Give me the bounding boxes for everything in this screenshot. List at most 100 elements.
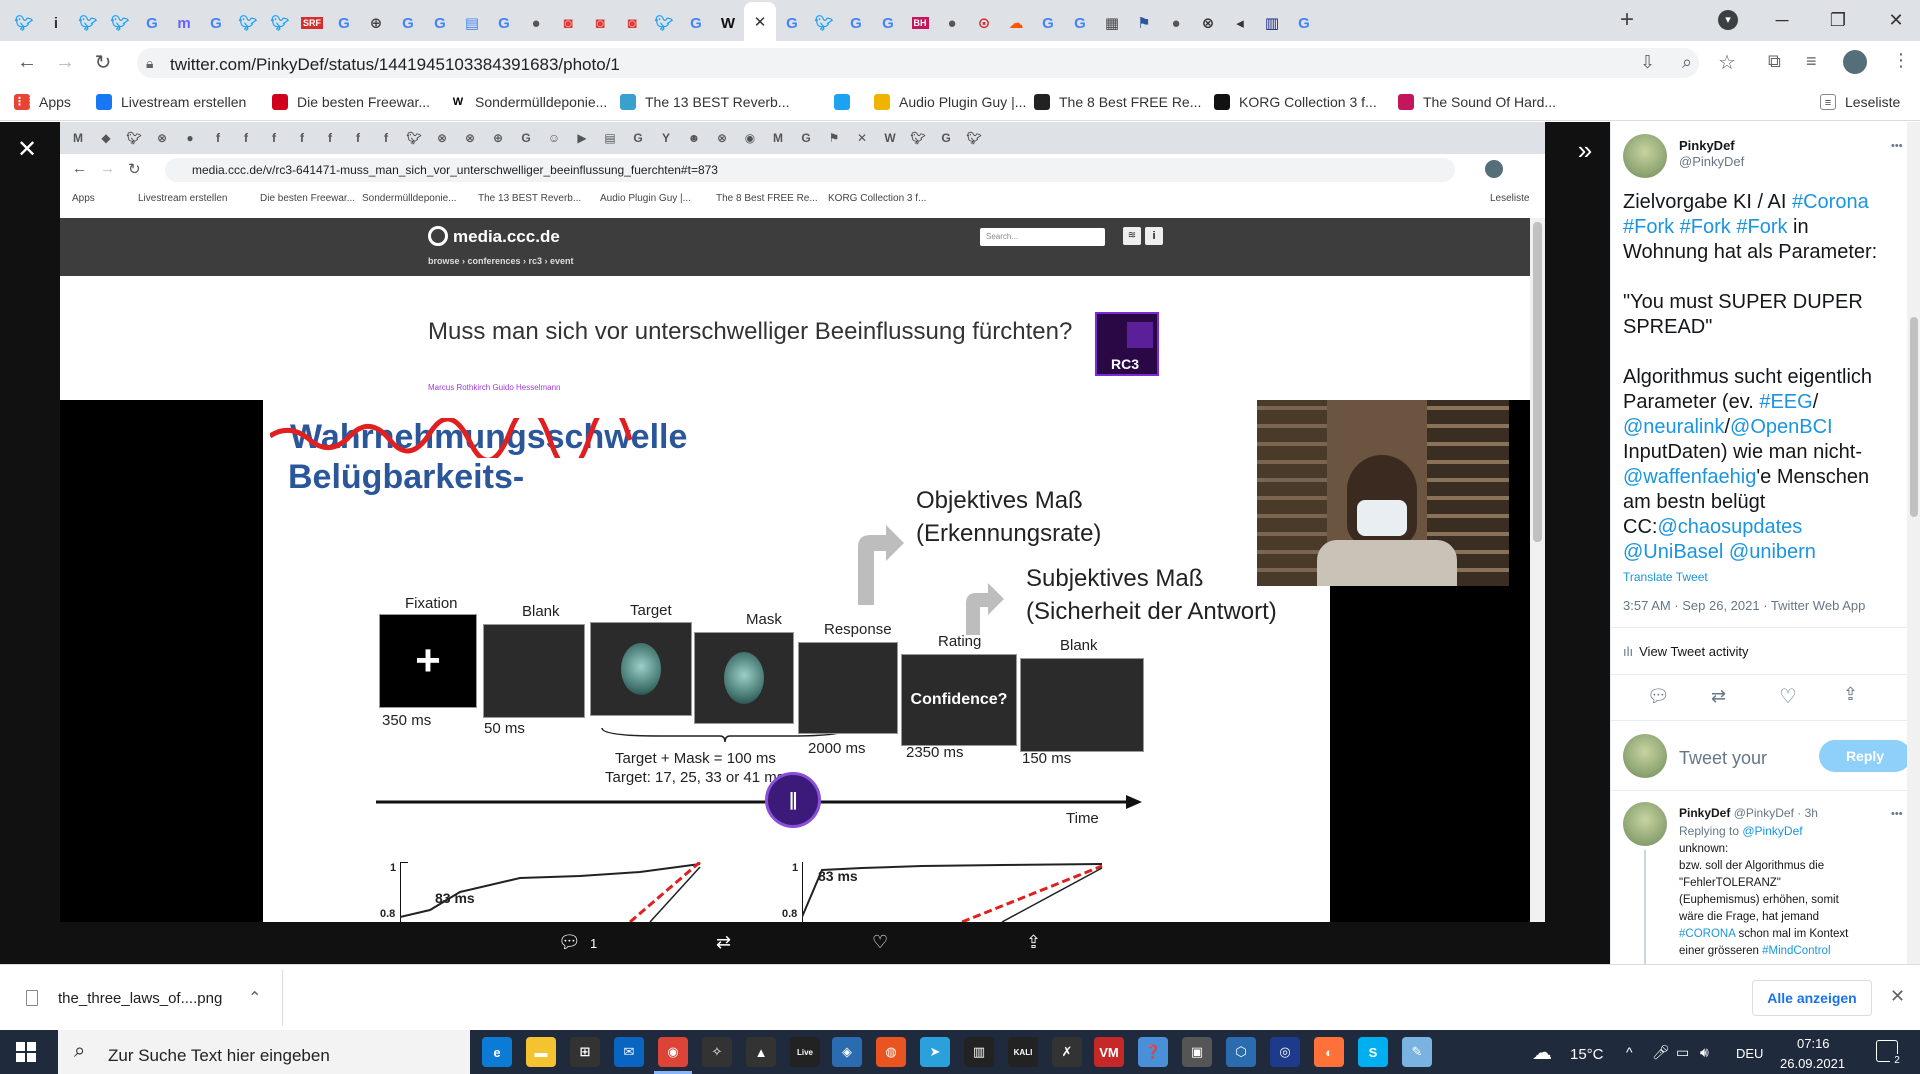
reading-list[interactable]: ≡ Leseliste [1820,94,1900,110]
reply-button[interactable]: Reply [1819,740,1911,772]
close-window-button[interactable]: ✕ [1874,6,1918,34]
download-filename[interactable]: the_three_laws_of....png [58,990,222,1007]
tab-mastodon[interactable]: m [168,5,200,41]
telegram-icon[interactable]: ➤ [920,1037,950,1067]
forward-icon[interactable]: → [50,48,80,76]
bookmark-item[interactable] [834,94,859,110]
show-all-downloads-button[interactable]: Alle anzeigen [1752,980,1872,1016]
mixer-icon[interactable]: ▥ [964,1037,994,1067]
tab-google[interactable]: G [328,5,360,41]
edge-icon[interactable]: e [482,1037,512,1067]
tab-twitter[interactable]: 🐦︎ [808,5,840,41]
tweet-link[interactable]: #CORONA [1679,928,1735,940]
taskbar-search-input[interactable]: Zur Suche Text hier eingeben [108,1046,330,1066]
file-explorer-icon[interactable]: ▬ [526,1037,556,1067]
virtualbox-icon[interactable]: ⬡ [1226,1037,1256,1067]
close-photo-icon[interactable]: ✕ [12,135,42,165]
bookmark-item[interactable]: Die besten Freewar... [272,94,430,110]
tab-google[interactable]: G [136,5,168,41]
tweet-more-icon[interactable]: ••• [1891,140,1903,152]
tab-google[interactable]: G [424,5,456,41]
tab-google[interactable]: G [840,5,872,41]
back-icon[interactable]: ← [12,48,42,76]
like-icon[interactable]: ♡ [872,932,888,953]
tab-wikipedia[interactable]: W [712,5,744,41]
tab-flag[interactable]: ⚑ [1128,5,1160,41]
reply-author-name[interactable]: PinkyDef [1679,806,1730,820]
author-handle[interactable]: @PinkyDef [1679,154,1744,169]
author-name[interactable]: PinkyDef [1679,138,1735,153]
panel-scrollbar[interactable] [1907,122,1920,964]
tab-soundcloud[interactable]: ☁ [1000,5,1032,41]
tab-chart[interactable]: ▥ [1256,5,1288,41]
panel-like-icon[interactable]: ♡ [1779,684,1797,709]
reload-icon[interactable]: ↻ [88,48,118,76]
live-icon[interactable]: Live [790,1037,820,1067]
author-avatar[interactable] [1623,134,1667,178]
bookmark-item[interactable]: The 8 Best FREE Re... [1034,94,1201,110]
tab-twitter[interactable]: 🐦︎ [72,5,104,41]
tab-car[interactable]: ⊙ [968,5,1000,41]
tab-twitter[interactable]: 🐦︎ [648,5,680,41]
tab-google[interactable]: G [1288,5,1320,41]
menu-icon[interactable]: ⋮ [1892,50,1910,71]
extensions-icon[interactable]: ⧉ [1768,51,1781,72]
bookmark-item[interactable]: Audio Plugin Guy |... [874,94,1026,110]
weather-temp[interactable]: 15°C [1570,1046,1604,1063]
tweet-link[interactable]: #EEG [1759,391,1812,413]
clock-date[interactable]: 26.09.2021 [1780,1056,1845,1071]
inkscape-icon[interactable]: ▲ [746,1037,776,1067]
tweet-link[interactable]: @OpenBCI [1730,416,1833,438]
tab-google[interactable]: G [872,5,904,41]
bookmark-item[interactable]: KORG Collection 3 f... [1214,94,1377,110]
tab-twitter[interactable]: 🐦︎ [104,5,136,41]
tab-twitter[interactable]: 🐦︎ [232,5,264,41]
download-options-icon[interactable]: ⌃ [248,988,261,1008]
network-icon[interactable]: ▭ [1676,1044,1689,1061]
tweet-link[interactable]: @waffenfaehig [1623,466,1756,488]
x-app-icon[interactable]: ✗ [1052,1037,1082,1067]
tab-close-circle[interactable]: ⊗ [1192,5,1224,41]
tab-circle[interactable]: ● [936,5,968,41]
reply-icon[interactable]: 💬︎ [558,932,581,953]
kali-icon[interactable]: KALI [1008,1037,1038,1067]
profile-avatar[interactable] [1843,50,1867,74]
reply-avatar[interactable] [1623,802,1667,846]
obs-icon[interactable]: ◎ [1270,1037,1300,1067]
zoom-icon[interactable]: ⌕ [1682,52,1692,73]
tab-google[interactable]: G [1032,5,1064,41]
tab-google[interactable]: G [776,5,808,41]
maximize-button[interactable]: ❐ [1816,6,1860,34]
media-control-icon[interactable]: ≡ [1806,51,1817,72]
tab-google[interactable]: G [392,5,424,41]
skype-icon[interactable]: S [1358,1037,1388,1067]
replying-to-link[interactable]: @PinkyDef [1742,824,1802,838]
tray-chevron-icon[interactable]: ^ [1626,1044,1633,1060]
app-icon[interactable]: ✧ [702,1037,732,1067]
collapse-panel-icon[interactable]: » [1570,135,1600,165]
tweet-link[interactable]: #MindControl [1762,945,1830,957]
app-box-icon[interactable]: ▣ [1182,1037,1212,1067]
ubuntu-icon[interactable]: ◍ [876,1037,906,1067]
install-icon[interactable]: ⇩ [1640,52,1655,73]
tab-twitter[interactable]: 🐦︎ [264,5,296,41]
language-indicator[interactable]: DEU [1736,1046,1763,1061]
tab-red[interactable]: ◙ [616,5,648,41]
bookmark-item[interactable]: ⋮⋮ Apps [14,94,71,110]
tab-google[interactable]: G [1064,5,1096,41]
weather-icon[interactable]: ☁ [1532,1040,1552,1065]
panel-reply-icon[interactable]: 💬︎ [1647,686,1670,707]
mic-icon[interactable]: 🎤︎ [1652,1044,1670,1061]
tab-close[interactable]: ✕ [744,2,776,41]
tab-red[interactable]: ◙ [584,5,616,41]
bookmark-item[interactable]: Livestream erstellen [96,94,246,110]
notes-icon[interactable]: ✎ [1402,1037,1432,1067]
mail-icon[interactable]: ✉ [614,1037,644,1067]
reply-more-icon[interactable]: ••• [1891,808,1903,820]
clock-time[interactable]: 07:16 [1797,1036,1830,1051]
firefox-icon[interactable]: ◐ [1314,1037,1344,1067]
retweet-icon[interactable]: ⇄ [716,932,731,953]
tab-circle[interactable]: ● [1160,5,1192,41]
lock-icon[interactable]: 🔒︎ [146,55,153,72]
url-text[interactable]: twitter.com/PinkyDef/status/144194510338… [170,55,620,75]
